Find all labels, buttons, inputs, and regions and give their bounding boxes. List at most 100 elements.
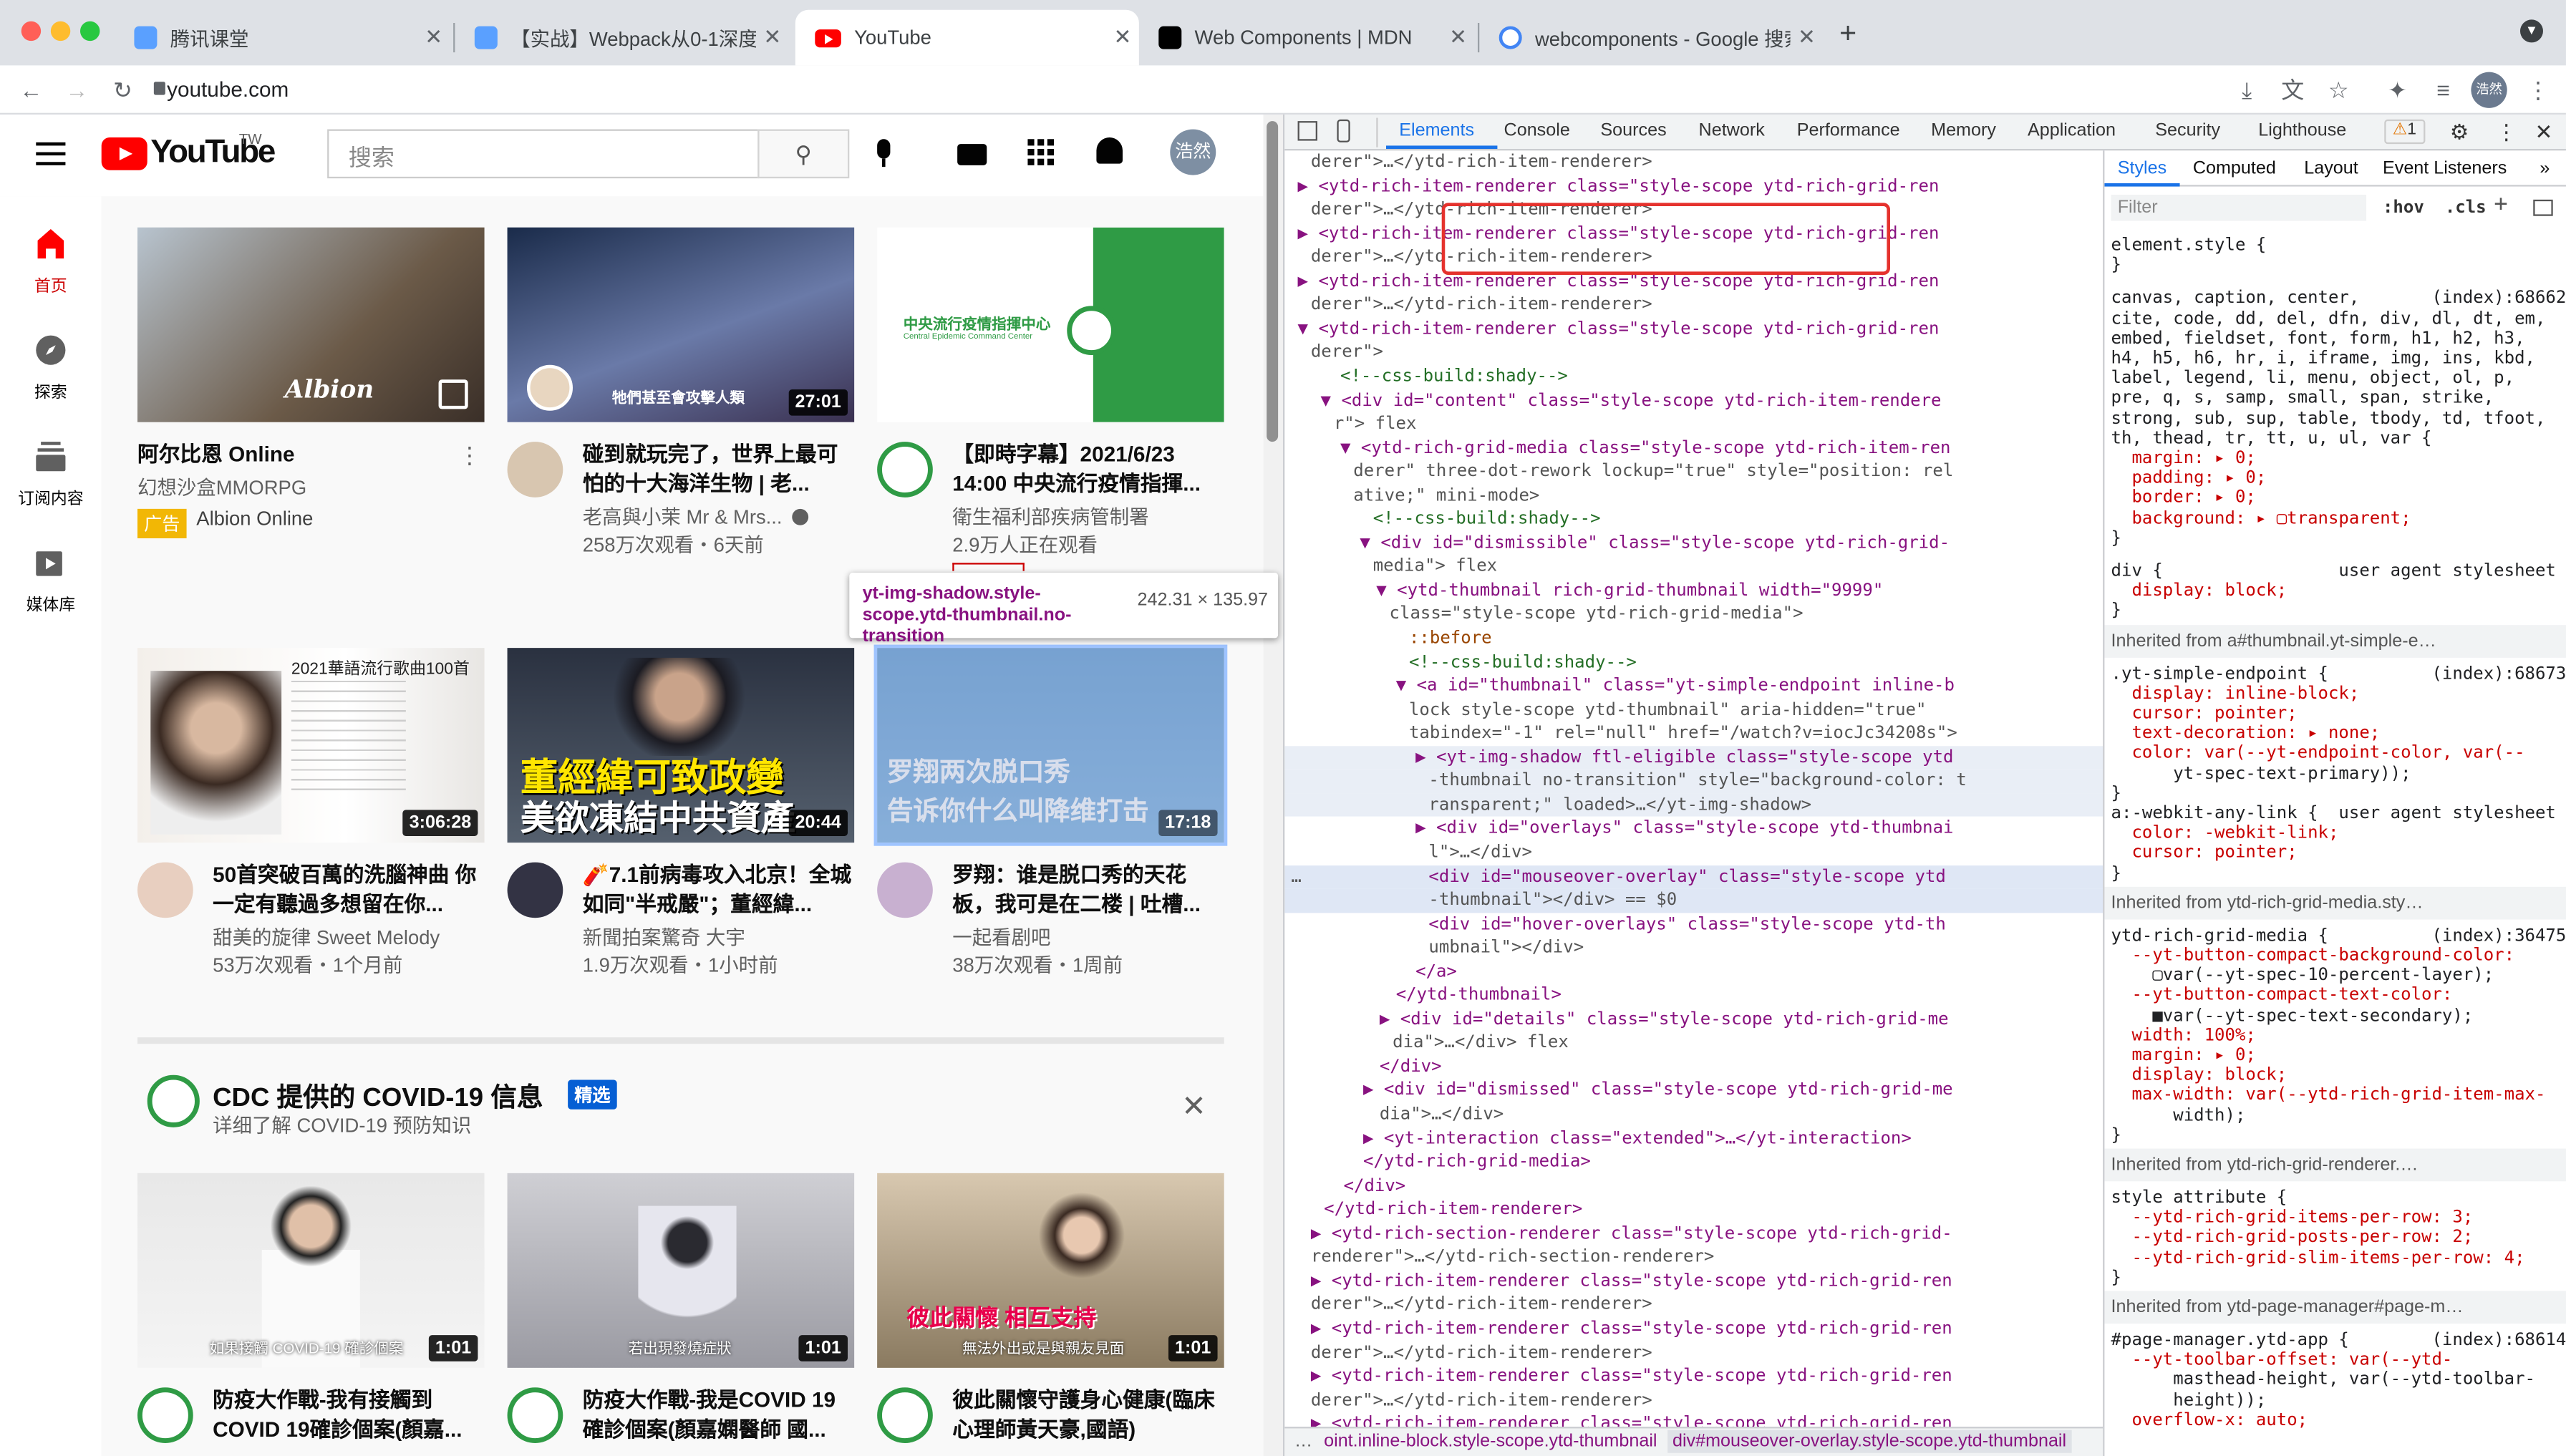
search-input[interactable]: 搜索	[327, 129, 760, 179]
dom-tree[interactable]: derer">…</ytd-rich-item-renderer> ▶ <ytd-…	[1284, 150, 2103, 1427]
dom-node-line[interactable]: ▶ <ytd-rich-item-renderer class="style-s…	[1284, 1364, 2103, 1388]
new-tab-plus-icon[interactable]: +	[1839, 16, 1856, 51]
close-window-button[interactable]	[21, 21, 42, 42]
download-icon[interactable]: ⤓	[2229, 72, 2265, 108]
breadcrumb-item-selected[interactable]: div#mouseover-overlay.style-scope.ytd-th…	[1667, 1430, 2071, 1453]
minimize-window-button[interactable]	[50, 21, 71, 42]
dom-node-line[interactable]: ▶ <div id="details" class="style-scope y…	[1284, 1008, 2103, 1032]
css-property[interactable]: text-decoration: ▸ none;	[2111, 724, 2566, 744]
video-thumbnail[interactable]: Albion	[137, 227, 485, 422]
css-property[interactable]: border: ▸ 0;	[2111, 488, 2566, 508]
css-property[interactable]: --yt-button-compact-background-color:	[2111, 946, 2566, 966]
css-property[interactable]: color: var(--yt-endpoint-color, var(--	[2111, 744, 2566, 764]
dom-node-line[interactable]: </div>	[1284, 1174, 2103, 1198]
page-scrollbar[interactable]	[1263, 114, 1283, 1456]
close-tab-icon[interactable]: ✕	[417, 24, 450, 51]
avatar[interactable]: 浩然	[1170, 129, 1216, 175]
dom-node-line[interactable]: <!--css-build:shady-->	[1284, 651, 2103, 674]
device-toolbar-icon[interactable]	[1337, 119, 1350, 142]
close-tab-icon[interactable]: ✕	[756, 24, 789, 51]
tab-memory[interactable]: Memory	[1931, 121, 1996, 140]
tab-network[interactable]: Network	[1699, 121, 1765, 140]
reading-list-icon[interactable]: ≡	[2425, 72, 2461, 108]
dom-node-line[interactable]: </div>	[1284, 1055, 2103, 1079]
hover-state-toggle[interactable]: :hov	[2383, 198, 2424, 218]
channel-avatar[interactable]	[507, 442, 563, 498]
external-link-icon[interactable]	[438, 379, 468, 409]
dom-node-line[interactable]: ▶ <ytd-rich-item-renderer class="style-s…	[1284, 175, 2103, 198]
css-property[interactable]: overflow-x: auto;	[2111, 1410, 2566, 1430]
bookmark-star-icon[interactable]: ☆	[2320, 72, 2356, 108]
dom-node-line[interactable]: ▶ <yt-img-shadow ftl-eligible class="sty…	[1284, 745, 2103, 770]
video-thumbnail[interactable]: 如果接觸 COVID-19 確診個案 1:01	[137, 1173, 485, 1368]
close-devtools-icon[interactable]: ✕	[2535, 120, 2553, 146]
channel-avatar[interactable]	[507, 862, 563, 918]
styles-filter-input[interactable]: Filter	[2111, 194, 2367, 221]
dom-node-line[interactable]: class="style-scope ytd-rich-grid-media">	[1284, 603, 2103, 626]
dom-node-line[interactable]: <div id="hover-overlays" class="style-sc…	[1284, 912, 2103, 936]
shelf-title[interactable]: CDC 提供的 COVID-19 信息	[213, 1075, 543, 1115]
channel-avatar[interactable]	[507, 1387, 563, 1443]
scrollbar-thumb[interactable]	[1267, 121, 1279, 442]
dom-node-line[interactable]: ▶ <ytd-rich-item-renderer class="style-s…	[1284, 1317, 2103, 1341]
dom-node-line[interactable]: l">…</div>	[1284, 841, 2103, 865]
create-video-icon[interactable]	[957, 144, 987, 165]
dom-node-line[interactable]: dia">…</div> flex	[1284, 1032, 2103, 1055]
inspect-element-icon[interactable]	[1297, 121, 1317, 141]
forward-arrow-icon[interactable]: →	[59, 72, 95, 108]
dom-node-line[interactable]: dia">…</div>	[1284, 1103, 2103, 1127]
node-actions-ellipsis-icon[interactable]: …	[1284, 865, 1317, 888]
tab-elements[interactable]: Elements	[1399, 121, 1474, 140]
dom-node-line[interactable]: derer">	[1284, 341, 2103, 364]
dom-node-line[interactable]: ▶ <ytd-rich-item-renderer class="style-s…	[1284, 1269, 2103, 1293]
video-thumbnail-highlighted[interactable]: 罗翔两次脱口秀 告诉你什么叫降维打击 17:18	[873, 644, 1228, 846]
tab-styles[interactable]: Styles	[2118, 159, 2166, 179]
tab-performance[interactable]: Performance	[1797, 121, 1900, 140]
video-thumbnail[interactable]: 董經緯可致政變 美欲凍結中共資產 20:44	[507, 648, 855, 843]
browser-tab[interactable]: Web Components | MDN ✕	[1139, 10, 1475, 66]
menu-kebab-icon[interactable]: ⋮	[2520, 72, 2556, 108]
dom-node-line[interactable]: -thumbnail"></div> == $0	[1284, 888, 2103, 913]
reload-icon[interactable]: ↻	[105, 72, 140, 108]
video-thumbnail[interactable]: 彼此關懷 相互支持 無法外出或是與親友見面 1:01	[877, 1173, 1224, 1368]
new-rule-plus-icon[interactable]: +	[2494, 193, 2507, 216]
search-button[interactable]: ⚲	[757, 129, 850, 179]
dom-node-line[interactable]: derer">…</ytd-rich-item-renderer>	[1284, 1389, 2103, 1412]
dom-node-line[interactable]: ▶ <div id="dismissed" class="style-scope…	[1284, 1079, 2103, 1102]
hamburger-menu-icon[interactable]	[36, 142, 66, 165]
css-property[interactable]: color: -webkit-link;	[2111, 823, 2566, 843]
tab-search-chevron-icon[interactable]: ▼	[2519, 19, 2543, 43]
channel-avatar[interactable]	[877, 1387, 933, 1443]
dom-node-line[interactable]: ▼ <a id="thumbnail" class="yt-simple-end…	[1284, 674, 2103, 698]
css-property[interactable]: max-width: var(--ytd-rich-grid-item-max-	[2111, 1085, 2566, 1105]
close-tab-icon[interactable]: ✕	[1442, 24, 1475, 51]
zoom-window-button[interactable]	[79, 21, 100, 42]
css-property[interactable]: width: 100%;	[2111, 1026, 2566, 1046]
css-property[interactable]: --ytd-rich-grid-items-per-row: 3;	[2111, 1208, 2566, 1228]
browser-tab[interactable]: 【实战】Webpack从0-1深度细化 ✕	[455, 10, 788, 66]
guide-item-home[interactable]: 首页	[0, 224, 102, 296]
dom-node-line[interactable]: ::before	[1284, 626, 2103, 650]
css-property[interactable]: --ytd-rich-grid-slim-items-per-row: 4;	[2111, 1248, 2566, 1268]
dom-node-line[interactable]: </ytd-thumbnail>	[1284, 984, 2103, 1007]
inherited-from-header[interactable]: Inherited from a#thumbnail.yt-simple-e…	[2104, 624, 2566, 657]
video-thumbnail[interactable]: 若出現發燒症狀 1:01	[507, 1173, 855, 1368]
settings-gear-icon[interactable]: ⚙	[2450, 120, 2469, 146]
guide-item-explore[interactable]: 探索	[0, 331, 102, 402]
breadcrumb-item[interactable]: oint.inline-block.style-scope.ytd-thumbn…	[1324, 1432, 1657, 1451]
tab-sources[interactable]: Sources	[1600, 121, 1666, 140]
channel-avatar[interactable]	[137, 1387, 193, 1443]
tab-lighthouse[interactable]: Lighthouse	[2258, 121, 2346, 140]
inherited-from-header[interactable]: Inherited from ytd-page-manager#page-m…	[2104, 1291, 2566, 1324]
guide-item-subscriptions[interactable]: 订阅内容	[0, 437, 102, 509]
channel-avatar[interactable]	[877, 862, 933, 918]
tab-event-listeners[interactable]: Event Listeners	[2383, 159, 2507, 179]
css-property[interactable]: display: block;	[2111, 1065, 2566, 1085]
css-property[interactable]: --yt-button-compact-text-color:	[2111, 986, 2566, 1006]
css-property[interactable]: margin: ▸ 0;	[2111, 448, 2566, 468]
css-property[interactable]: margin: ▸ 0;	[2111, 1046, 2566, 1066]
dom-node-line[interactable]: derer">…</ytd-rich-item-renderer>	[1284, 293, 2103, 317]
css-property[interactable]: display: block;	[2111, 581, 2566, 601]
class-toggle[interactable]: .cls	[2445, 198, 2487, 218]
tab-security[interactable]: Security	[2155, 121, 2220, 140]
